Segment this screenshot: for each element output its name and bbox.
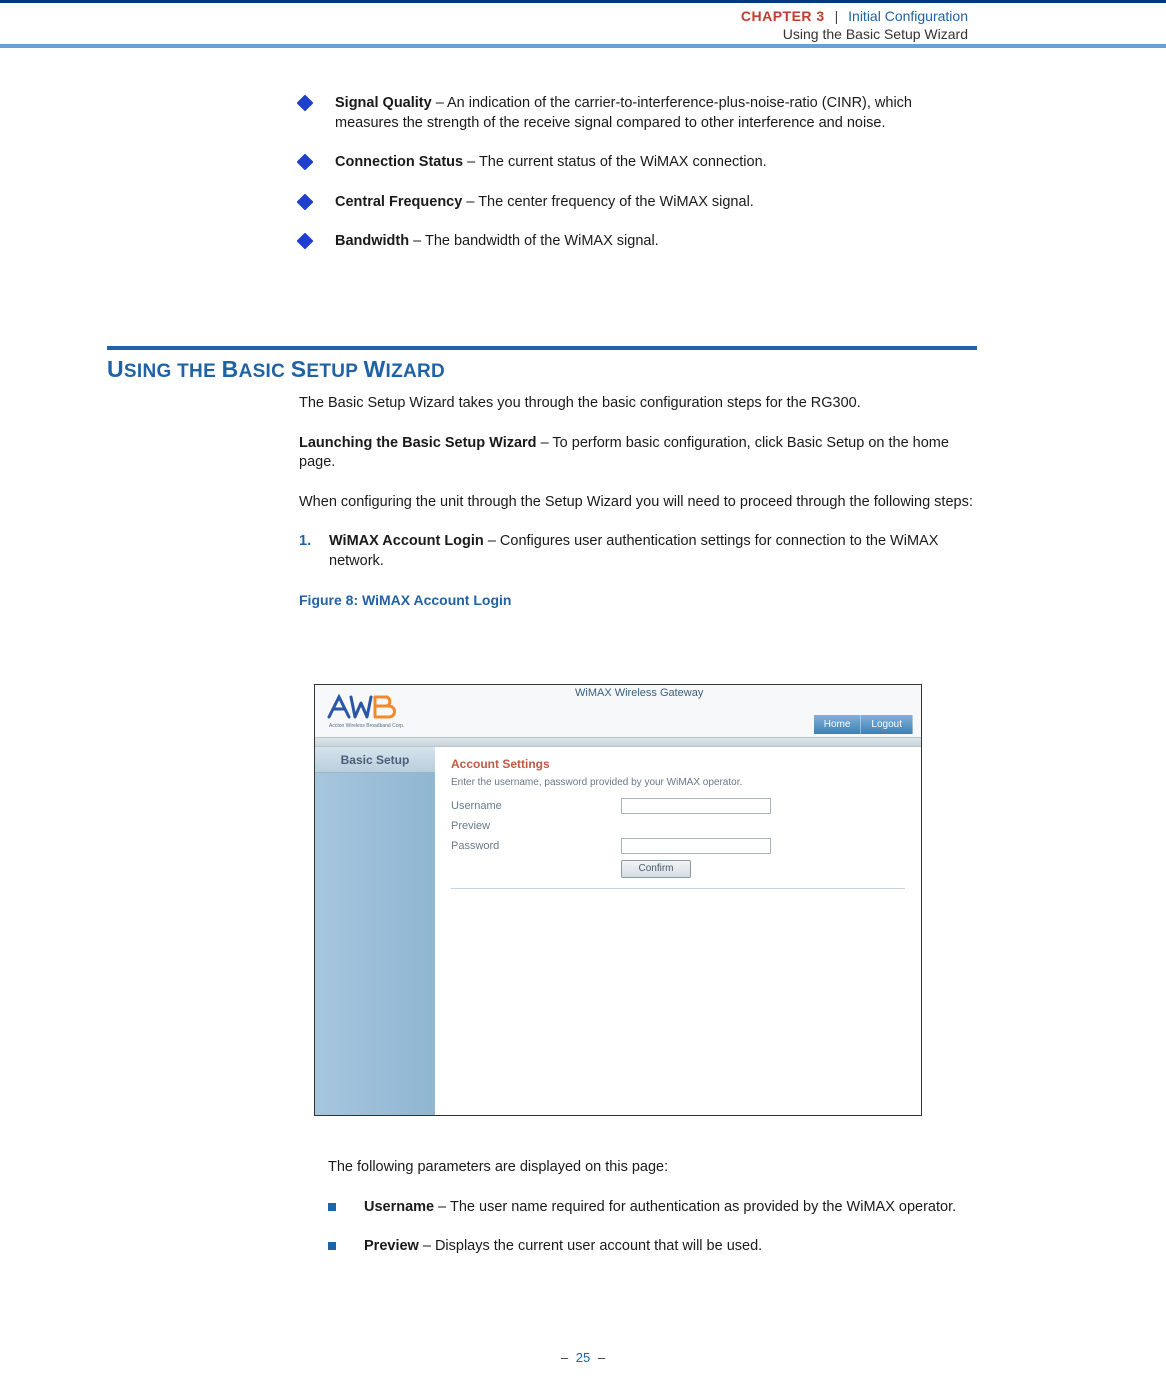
main-panel: Account Settings Enter the username, pas… [435, 747, 921, 1115]
steps-intro: When configuring the unit through the Se… [299, 493, 975, 513]
diamond-icon [297, 193, 314, 210]
top-bullet-list: Signal Quality – An indication of the ca… [299, 94, 975, 272]
svg-text:Accton Wireless Broadband Corp: Accton Wireless Broadband Corp. [329, 723, 404, 729]
confirm-button[interactable]: Confirm [621, 860, 691, 878]
page-header: CHAPTER 3 | Initial Configuration Using … [741, 8, 968, 43]
header-title: Initial Configuration [848, 8, 968, 24]
bullet-term: Bandwidth [335, 233, 409, 249]
diamond-icon [297, 233, 314, 250]
bullet-term: Central Frequency [335, 194, 462, 210]
breadcrumb-bar [315, 737, 921, 747]
bullet-term: Signal Quality [335, 95, 432, 111]
bullet-item: Central Frequency – The center frequency… [299, 193, 975, 213]
square-icon [328, 1203, 336, 1211]
section-rule [107, 346, 977, 350]
bullet-desc: – The bandwidth of the WiMAX signal. [409, 233, 659, 249]
home-button[interactable]: Home [814, 715, 862, 734]
bullet-item: Signal Quality – An indication of the ca… [299, 94, 975, 133]
sidebar-item-basic-setup[interactable]: Basic Setup [315, 747, 435, 773]
chapter-label: CHAPTER 3 [741, 8, 825, 24]
param-term: Username [364, 1199, 434, 1215]
intro-paragraph: The Basic Setup Wizard takes you through… [299, 394, 975, 414]
header-rule-light [0, 44, 1166, 48]
param-item: Preview – Displays the current user acco… [328, 1237, 976, 1257]
section-title: USING THE BASIC SETUP WIZARD [107, 356, 445, 383]
header-separator: | [829, 8, 845, 24]
diamond-icon [297, 154, 314, 171]
square-icon [328, 1242, 336, 1250]
footer-dash: – [561, 1350, 568, 1365]
figure-caption: Figure 8: WiMAX Account Login [299, 591, 975, 610]
section-body: The Basic Setup Wizard takes you through… [299, 394, 975, 616]
param-item: Username – The user name required for au… [328, 1198, 976, 1218]
username-input[interactable] [621, 798, 771, 814]
sidebar: Basic Setup [315, 747, 435, 1115]
header-rule-dark [0, 0, 1166, 3]
password-label: Password [451, 840, 621, 852]
step-item-1: 1. WiMAX Account Login – Configures user… [299, 532, 975, 571]
param-desc: – Displays the current user account that… [419, 1238, 762, 1254]
embedded-screenshot: Accton Wireless Broadband Corp. WiMAX Wi… [314, 684, 922, 1116]
top-nav-buttons: Home Logout [814, 715, 913, 734]
bullet-desc: – The center frequency of the WiMAX sign… [462, 194, 754, 210]
param-desc: – The user name required for authenticat… [434, 1199, 956, 1215]
header-subtitle: Using the Basic Setup Wizard [741, 26, 968, 44]
panel-heading: Account Settings [451, 757, 905, 771]
username-label: Username [451, 800, 621, 812]
awb-logo-icon: Accton Wireless Broadband Corp. [325, 691, 415, 731]
diamond-icon [297, 95, 314, 112]
panel-divider [451, 888, 905, 889]
after-fig-intro: The following parameters are displayed o… [328, 1158, 976, 1178]
bullet-item: Connection Status – The current status o… [299, 153, 975, 173]
panel-help-text: Enter the username, password provided by… [451, 777, 905, 788]
param-term: Preview [364, 1238, 419, 1254]
step-term: WiMAX Account Login [329, 533, 484, 549]
gateway-title: WiMAX Wireless Gateway [575, 687, 703, 699]
launch-term: Launching the Basic Setup Wizard [299, 435, 537, 451]
page-number: 25 [572, 1350, 594, 1365]
bullet-item: Bandwidth – The bandwidth of the WiMAX s… [299, 232, 975, 252]
after-figure-body: The following parameters are displayed o… [328, 1158, 976, 1277]
bullet-term: Connection Status [335, 154, 463, 170]
password-input[interactable] [621, 838, 771, 854]
logout-button[interactable]: Logout [861, 715, 913, 734]
footer-dash: – [598, 1350, 605, 1365]
preview-label: Preview [451, 820, 621, 832]
page-footer: – 25 – [0, 1350, 1166, 1365]
step-number: 1. [299, 532, 311, 552]
bullet-desc: – The current status of the WiMAX connec… [463, 154, 767, 170]
